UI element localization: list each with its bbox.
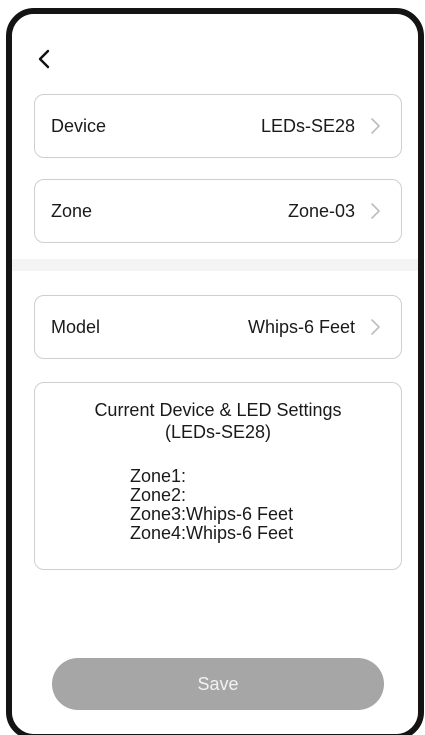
save-button[interactable]: Save <box>52 658 384 710</box>
model-value: Whips-6 Feet <box>247 316 355 337</box>
phone-frame: Device LEDs-SE28 Zone Zone-03 Model Whip… <box>6 8 424 735</box>
device-label: Device <box>51 115 107 136</box>
settings-title-line1: Current Device & LED Settings <box>94 400 342 420</box>
chevron-left-icon <box>36 48 52 70</box>
chevron-right-icon <box>369 202 381 220</box>
settings-title-line2: (LEDs-SE28) <box>164 422 272 442</box>
device-value: LEDs-SE28 <box>260 115 355 136</box>
model-label: Model <box>51 316 101 337</box>
zone3-setting: Zone3:Whips-6 Feet <box>130 504 294 524</box>
section-divider <box>12 259 418 271</box>
current-settings-card: Current Device & LED Settings (LEDs-SE28… <box>34 382 402 570</box>
zone2-setting: Zone2: <box>130 485 187 505</box>
zone4-setting: Zone4:Whips-6 Feet <box>130 523 294 543</box>
screen: Device LEDs-SE28 Zone Zone-03 Model Whip… <box>12 14 418 734</box>
chevron-right-icon <box>369 117 381 135</box>
zone-value: Zone-03 <box>287 200 355 221</box>
settings-title: Current Device & LED Settings (LEDs-SE28… <box>35 399 401 443</box>
device-row[interactable]: Device LEDs-SE28 <box>34 94 402 158</box>
back-button[interactable] <box>36 44 64 74</box>
zone-label: Zone <box>51 200 93 221</box>
model-row[interactable]: Model Whips-6 Feet <box>34 295 402 359</box>
zone1-setting: Zone1: <box>130 466 187 486</box>
zone-settings-list: Zone1: Zone2: Zone3:Whips-6 Feet Zone4:W… <box>130 467 293 543</box>
zone-row[interactable]: Zone Zone-03 <box>34 179 402 243</box>
chevron-right-icon <box>369 318 381 336</box>
